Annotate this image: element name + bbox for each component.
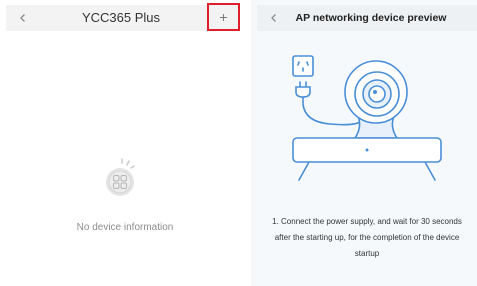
back-button[interactable] <box>263 7 285 29</box>
camera-power-plug-illustration <box>292 55 442 181</box>
page-title: YCC365 Plus <box>81 10 161 25</box>
chevron-left-icon <box>271 14 276 22</box>
back-button[interactable] <box>12 7 34 29</box>
add-device-button[interactable]: + <box>207 3 240 31</box>
app-screens: YCC365 Plus + No device information AP n… <box>0 0 477 286</box>
ap-preview-screen: AP networking device preview 1. Connect … <box>251 0 477 286</box>
chevron-left-icon <box>20 14 25 22</box>
instruction-text: 1. Connect the power supply, and wait fo… <box>272 217 462 258</box>
camera-icon <box>344 60 408 124</box>
power-plug-icon <box>295 81 311 104</box>
power-socket-icon <box>292 55 314 77</box>
shelf-stand <box>292 137 442 181</box>
empty-devices-icon <box>106 158 135 196</box>
empty-state-message: No device information <box>76 222 174 233</box>
page-title: AP networking device preview <box>295 12 447 24</box>
plus-icon: + <box>219 9 228 25</box>
top-navbar: AP networking device preview <box>257 5 477 31</box>
top-navbar: YCC365 Plus + <box>6 3 240 31</box>
device-list-screen: YCC365 Plus + No device information <box>0 0 240 286</box>
